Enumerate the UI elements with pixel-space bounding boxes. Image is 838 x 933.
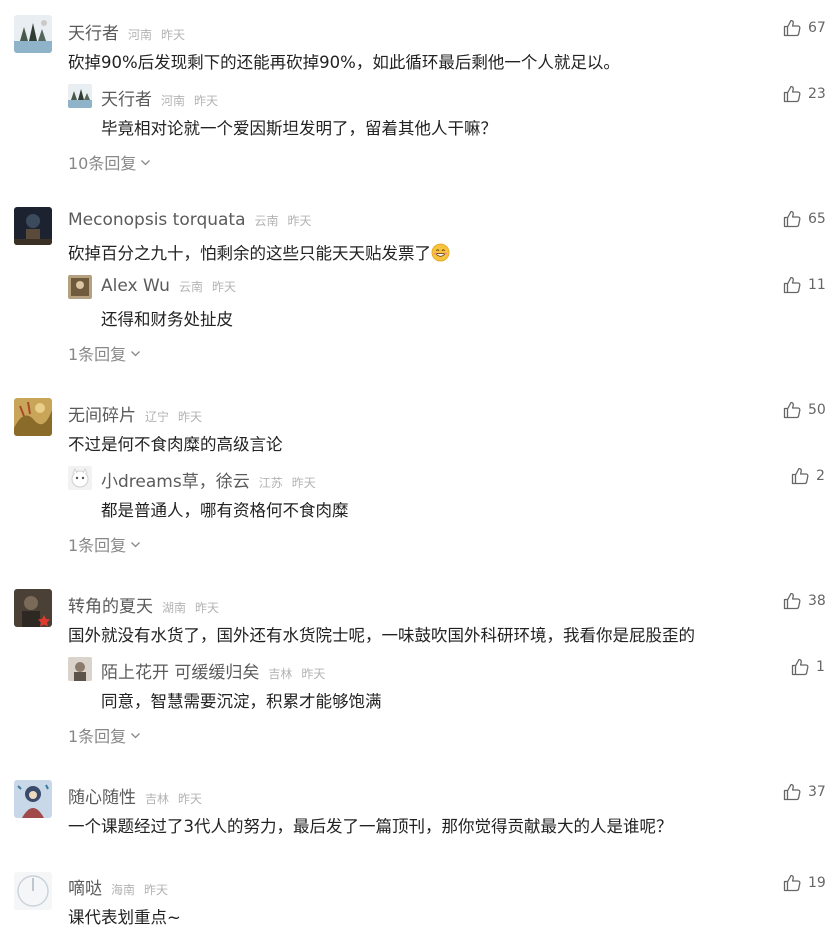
user-name[interactable]: Meconopsis torquata — [68, 210, 246, 230]
reply-user-location: 江苏 — [258, 476, 283, 490]
thumbs-up-icon — [783, 19, 801, 37]
view-replies-label: 1条回复 — [68, 727, 127, 746]
user-name[interactable]: 随心随性 — [68, 783, 136, 808]
view-replies-link[interactable]: 1条回复 — [68, 723, 141, 747]
comment-text: 砍掉百分之九十，怕剩余的这些只能天天贴发票了 — [68, 244, 431, 263]
view-replies-link[interactable]: 1条回复 — [68, 341, 141, 365]
chevron-down-icon — [141, 159, 151, 165]
reply-like-count: 2 — [816, 468, 825, 484]
reply-user-location: 云南 — [178, 280, 203, 294]
user-location: 湖南 — [162, 601, 187, 615]
like-count: 38 — [808, 593, 826, 609]
comment-time: 昨天 — [144, 883, 169, 897]
view-replies-label: 1条回复 — [68, 345, 127, 364]
user-name[interactable]: 转角的夏天 — [68, 592, 153, 617]
comment-text: 砍掉90%后发现剩下的还能再砍掉90%，如此循环最后剩他一个人就足以。 — [68, 53, 620, 72]
thumbs-up-icon — [783, 874, 801, 892]
user-name[interactable]: 无间碎片 — [68, 401, 136, 426]
reply-time: 昨天 — [301, 667, 326, 681]
comment-text: 课代表划重点~ — [68, 908, 181, 927]
comment-text: 一个课题经过了3代人的努力，最后发了一篇顶刊，那你觉得贡献最大的人是谁呢？ — [68, 817, 673, 836]
user-name[interactable]: 天行者 — [68, 19, 119, 44]
reply-like-count: 23 — [808, 86, 826, 102]
reply-text: 都是普通人，哪有资格何不食肉糜 — [101, 501, 349, 520]
comment-time: 昨天 — [178, 410, 203, 424]
reply-like-count: 1 — [816, 659, 825, 675]
reply-text: 同意，智慧需要沉淀，积累才能够饱满 — [101, 692, 382, 711]
like-count: 67 — [808, 20, 826, 36]
user-avatar[interactable] — [14, 780, 52, 818]
user-location: 吉林 — [145, 792, 170, 806]
comment-time: 昨天 — [161, 28, 186, 42]
user-name[interactable]: 嘀哒 — [68, 874, 102, 899]
grinning-emoji-icon — [431, 243, 450, 262]
user-avatar[interactable] — [14, 207, 52, 245]
user-location: 云南 — [254, 214, 279, 228]
thumbs-up-icon — [783, 276, 801, 294]
reply-avatar[interactable] — [68, 466, 92, 490]
comment-text: 国外就没有水货了，国外还有水货院士呢，一味鼓吹国外科研环境，我看你是屁股歪的 — [68, 626, 695, 645]
reply-like-button[interactable]: 23 — [782, 84, 826, 104]
user-avatar[interactable] — [14, 589, 52, 627]
reply-user-location: 河南 — [161, 94, 186, 108]
reply-user-name[interactable]: Alex Wu — [101, 276, 170, 296]
chevron-down-icon — [131, 350, 141, 356]
reply-like-button[interactable]: 1 — [790, 657, 825, 677]
comment-time: 昨天 — [195, 601, 220, 615]
thumbs-up-icon — [791, 658, 809, 676]
thumbs-up-icon — [783, 85, 801, 103]
reply-time: 昨天 — [291, 476, 316, 490]
like-button[interactable]: 65 — [782, 209, 826, 229]
reply-like-button[interactable]: 11 — [782, 275, 826, 295]
reply-like-count: 11 — [808, 277, 826, 293]
reply-time: 昨天 — [211, 280, 236, 294]
view-replies-label: 10条回复 — [68, 154, 137, 173]
like-button[interactable]: 19 — [782, 873, 826, 893]
user-avatar[interactable] — [14, 872, 52, 910]
reply-user-location: 吉林 — [268, 667, 293, 681]
reply-text: 毕竟相对论就一个爱因斯坦发明了，留着其他人干嘛？ — [101, 119, 497, 138]
user-location: 海南 — [111, 883, 136, 897]
user-location: 河南 — [128, 28, 153, 42]
like-button[interactable]: 37 — [782, 782, 826, 802]
thumbs-up-icon — [783, 783, 801, 801]
view-replies-link[interactable]: 1条回复 — [68, 532, 141, 556]
reply-avatar[interactable] — [68, 275, 92, 299]
like-count: 19 — [808, 875, 826, 891]
like-count: 37 — [808, 784, 826, 800]
thumbs-up-icon — [783, 210, 801, 228]
reply-user-name[interactable]: 天行者 — [101, 85, 152, 110]
thumbs-up-icon — [791, 467, 809, 485]
reply-avatar[interactable] — [68, 657, 92, 681]
comment-text-row: 砍掉百分之九十，怕剩余的这些只能天天贴发票了 — [68, 240, 450, 264]
like-button[interactable]: 50 — [782, 400, 826, 420]
like-count: 65 — [808, 211, 826, 227]
user-avatar[interactable] — [14, 15, 52, 53]
thumbs-up-icon — [783, 401, 801, 419]
reply-time: 昨天 — [194, 94, 219, 108]
comment-time: 昨天 — [178, 792, 203, 806]
user-location: 辽宁 — [145, 410, 170, 424]
comment-time: 昨天 — [287, 214, 312, 228]
like-button[interactable]: 38 — [782, 591, 826, 611]
reply-user-name[interactable]: 小dreams草，徐云 — [101, 467, 250, 492]
chevron-down-icon — [131, 732, 141, 738]
user-avatar[interactable] — [14, 398, 52, 436]
reply-user-name[interactable]: 陌上花开 可缓缓归矣 — [101, 658, 259, 683]
view-replies-link[interactable]: 10条回复 — [68, 150, 151, 174]
view-replies-label: 1条回复 — [68, 536, 127, 555]
reply-text: 还得和财务处扯皮 — [101, 310, 233, 329]
reply-avatar[interactable] — [68, 84, 92, 108]
comment-text: 不过是何不食肉糜的高级言论 — [68, 435, 283, 454]
like-button[interactable]: 67 — [782, 18, 826, 38]
like-count: 50 — [808, 402, 826, 418]
reply-like-button[interactable]: 2 — [790, 466, 825, 486]
thumbs-up-icon — [783, 592, 801, 610]
chevron-down-icon — [131, 541, 141, 547]
